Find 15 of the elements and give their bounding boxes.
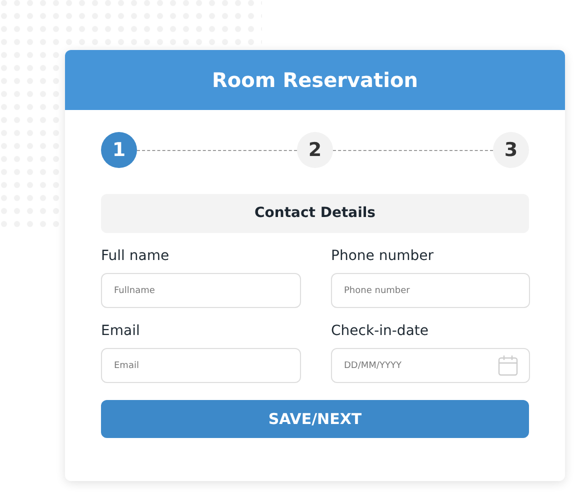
step-indicator[interactable]: 1 [101, 132, 137, 168]
field-label: Full name [101, 247, 170, 265]
date-field[interactable]: DD/MM/YYYY [331, 348, 530, 383]
field-label: Phone number [331, 247, 434, 265]
section-title: Contact Details [101, 194, 529, 233]
save-next-button[interactable]: SAVE/NEXT [101, 400, 529, 438]
input-field[interactable]: Fullname [101, 273, 301, 308]
card-title: Room Reservation [65, 50, 565, 110]
field-label: Check-in-date [331, 322, 430, 340]
step-indicator[interactable]: 3 [493, 132, 529, 168]
input-field[interactable]: Email [101, 348, 301, 383]
field-label: Email [101, 322, 141, 340]
calendar-icon[interactable] [498, 355, 518, 376]
input-field[interactable]: Phone number [331, 273, 530, 308]
step-indicator[interactable]: 2 [297, 132, 333, 168]
